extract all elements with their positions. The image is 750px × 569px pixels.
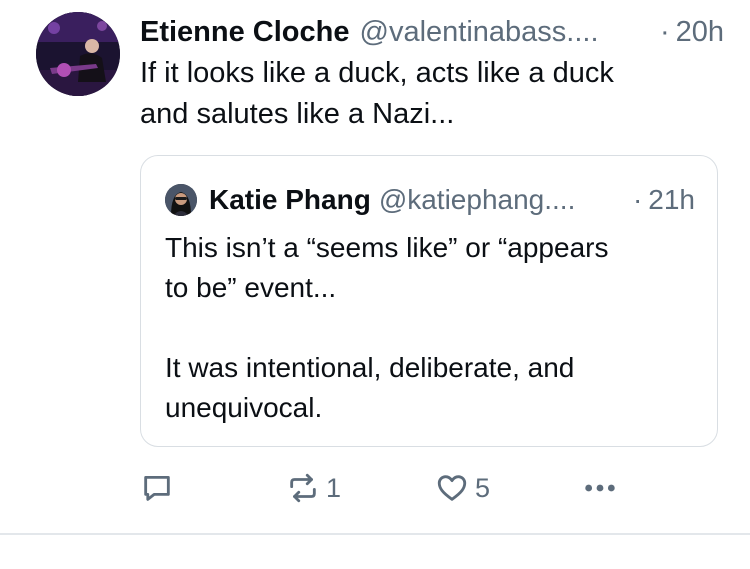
repost-count: 1: [326, 472, 342, 503]
quoted-post-text: This isn’t a “seems like” or “appears to…: [165, 232, 609, 423]
repost-button[interactable]: 1: [286, 468, 341, 508]
post-text: If it looks like a duck, acts like a duc…: [140, 57, 614, 130]
repost-arrows-icon: [290, 473, 316, 503]
post-actions: 1 5: [140, 468, 630, 508]
like-button[interactable]: 5: [435, 468, 490, 508]
more-options-button[interactable]: [580, 468, 620, 508]
quoted-header-separator: ·: [632, 184, 643, 215]
ellipsis-icon: [585, 484, 615, 492]
like-count: 5: [475, 472, 491, 503]
quoted-post-header: Katie Phang @katiephang.... · 21h: [165, 182, 695, 218]
quoted-author-name[interactable]: Katie Phang: [209, 184, 371, 216]
quoted-author-avatar[interactable]: [165, 184, 197, 216]
author-handle[interactable]: @valentinabass....: [360, 12, 599, 52]
speech-bubble-icon: [144, 475, 170, 501]
post-content: Etienne Cloche @valentinabass.... · 20h …: [140, 12, 724, 135]
quoted-post-timestamp[interactable]: 21h: [648, 184, 695, 216]
post-timestamp[interactable]: 20h: [676, 12, 724, 52]
header-separator: ·: [659, 16, 670, 48]
author-avatar[interactable]: [36, 12, 120, 96]
avatar-photo-icon: [165, 184, 197, 216]
author-name[interactable]: Etienne Cloche: [140, 12, 350, 52]
reply-button[interactable]: [140, 468, 180, 508]
heart-icon: [437, 475, 467, 501]
quoted-post[interactable]: Katie Phang @katiephang.... · 21h This i…: [140, 155, 718, 447]
post-header: Etienne Cloche @valentinabass.... · 20h: [140, 12, 724, 52]
feed-post[interactable]: Etienne Cloche @valentinabass.... · 20h …: [0, 0, 750, 534]
avatar-photo-icon: [36, 12, 120, 96]
quoted-author-handle[interactable]: @katiephang....: [379, 184, 576, 216]
next-post-edge: [0, 535, 750, 569]
